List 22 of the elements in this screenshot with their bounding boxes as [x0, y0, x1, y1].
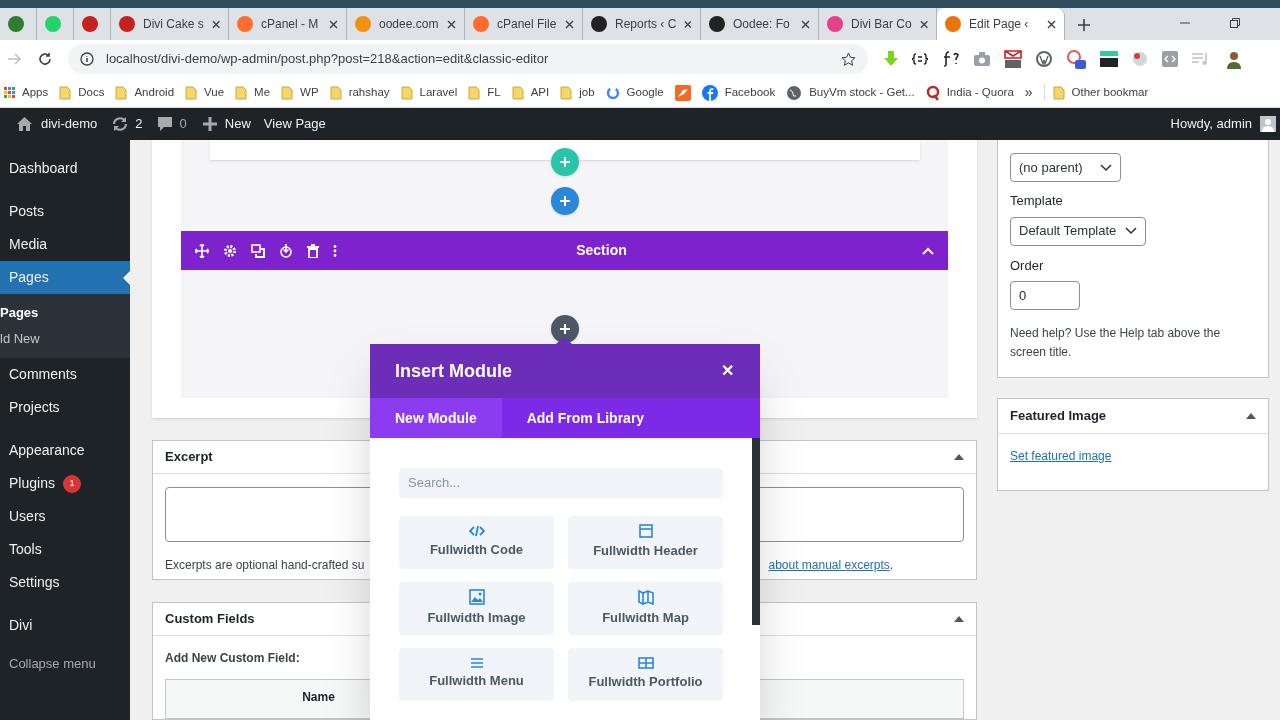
tab-title: cPanel - M — [261, 16, 320, 33]
dialog-title: Insert Module — [395, 359, 512, 383]
tab-title: Oodee: Fo — [733, 16, 791, 33]
box-title: Excerpt — [165, 448, 213, 467]
tab-title: oodee.com — [379, 16, 439, 33]
field-label: Add New Custom Field: — [165, 650, 300, 667]
url-text: localhost/divi-demo/wp-admin/post.php?post=218&action=edit&classic-editor — [106, 50, 550, 69]
help-text: Excerpts are optional hand-crafted su — [165, 556, 365, 574]
help-text: Need help? Use the Help tab above the screen title. — [1010, 325, 1222, 361]
box-title: Custom Fields — [165, 610, 255, 629]
field-label: Order — [1010, 256, 1045, 275]
help-text: . — [889, 556, 894, 574]
section-title: Section — [575, 241, 628, 260]
tab-title: Edit Page ‹ — [969, 16, 1030, 33]
count-badge: 1 — [62, 474, 81, 493]
field-label: Template — [1010, 192, 1064, 210]
tab-title: cPanel File — [497, 16, 557, 33]
tab-title: Reports ‹ C — [615, 16, 677, 33]
box-title: Featured Image — [1010, 407, 1107, 426]
column-header: Name — [301, 689, 336, 706]
tab-title: Divi Cake s — [143, 16, 204, 33]
tab-title: Divi Bar Co — [851, 16, 912, 33]
